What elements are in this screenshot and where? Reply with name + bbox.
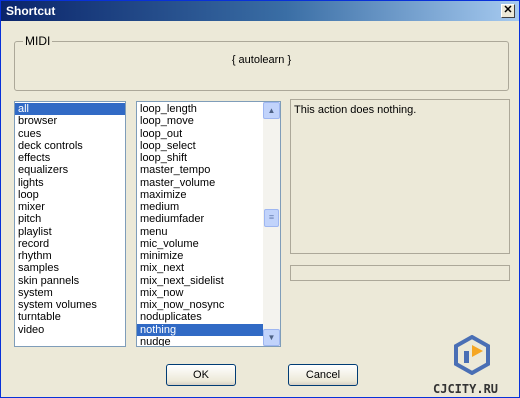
action-item[interactable]: loop_select [137,140,263,152]
action-item[interactable]: nudge [137,336,263,346]
status-field [290,265,510,281]
category-item[interactable]: system volumes [15,299,125,311]
category-list[interactable]: all browser cues deck controls effects equali… [14,101,126,347]
action-item[interactable]: mediumfader [137,213,263,225]
action-item[interactable]: master_tempo [137,164,263,176]
action-item[interactable]: minimize [137,250,263,262]
action-list-items: loop_length loop_move loop_out loop_select l… [137,103,263,346]
action-item[interactable]: loop_length [137,103,263,115]
action-item[interactable]: loop_shift [137,152,263,164]
category-item[interactable]: all [15,103,125,116]
action-list-scrollbar[interactable]: ▲ ≡ ▼ [263,102,280,346]
scroll-down-arrow-icon: ▼ [267,333,276,342]
category-item[interactable]: mixer [15,201,125,213]
category-item[interactable]: rhythm [15,250,125,262]
action-item[interactable]: mix_next [137,262,263,274]
category-item[interactable]: pitch [15,213,125,225]
midi-legend: MIDI [23,34,53,48]
action-item[interactable]: mix_now_nosync [137,299,263,311]
scroll-up-arrow-icon: ▲ [267,106,276,115]
category-item[interactable]: record [15,238,125,250]
scroll-down-button[interactable]: ▼ [263,329,280,346]
category-item[interactable]: effects [15,152,125,164]
midi-groupbox: MIDI { autolearn } [14,34,509,91]
close-icon: ✕ [503,4,513,16]
category-item[interactable]: cues [15,128,125,140]
action-item[interactable]: loop_out [137,128,263,140]
scroll-thumb[interactable]: ≡ [264,209,279,227]
action-item[interactable]: noduplicates [137,311,263,323]
category-item[interactable]: turntable [15,311,125,323]
category-item[interactable]: equalizers [15,164,125,176]
action-item[interactable]: mic_volume [137,238,263,250]
action-item[interactable]: nothing [137,323,263,336]
action-item[interactable]: menu [137,226,263,238]
category-item[interactable]: skin pannels [15,275,125,287]
action-list[interactable]: loop_length loop_move loop_out loop_select l… [136,101,281,347]
category-item[interactable]: playlist [15,226,125,238]
category-item[interactable]: loop [15,189,125,201]
cancel-button[interactable]: Cancel [288,364,358,386]
window-title: Shortcut [6,4,56,18]
scroll-thumb-grip-icon: ≡ [268,212,275,222]
scroll-up-button[interactable]: ▲ [263,102,280,119]
cjcity-logo-icon [454,335,490,375]
category-item[interactable]: system [15,287,125,299]
ok-button[interactable]: OK [166,364,236,386]
action-item[interactable]: mix_now [137,287,263,299]
action-item[interactable]: maximize [137,189,263,201]
action-item[interactable]: medium [137,201,263,213]
close-button[interactable]: ✕ [501,4,515,18]
category-item[interactable]: video [15,324,125,336]
category-item[interactable]: browser [15,115,125,127]
action-item[interactable]: loop_move [137,115,263,127]
watermark-text: CJCITY.RU [433,382,499,396]
shortcut-dialog: Shortcut ✕ MIDI { autolearn } all browser… [0,0,520,398]
category-item[interactable]: samples [15,262,125,274]
action-item[interactable]: mix_next_sidelist [137,275,263,287]
title-bar[interactable]: Shortcut ✕ [1,1,519,21]
category-item[interactable]: lights [15,177,125,189]
action-description: This action does nothing. [290,99,510,254]
category-item[interactable]: deck controls [15,140,125,152]
action-item[interactable]: master_volume [137,177,263,189]
midi-autolearn-value[interactable]: { autolearn } [15,54,508,66]
